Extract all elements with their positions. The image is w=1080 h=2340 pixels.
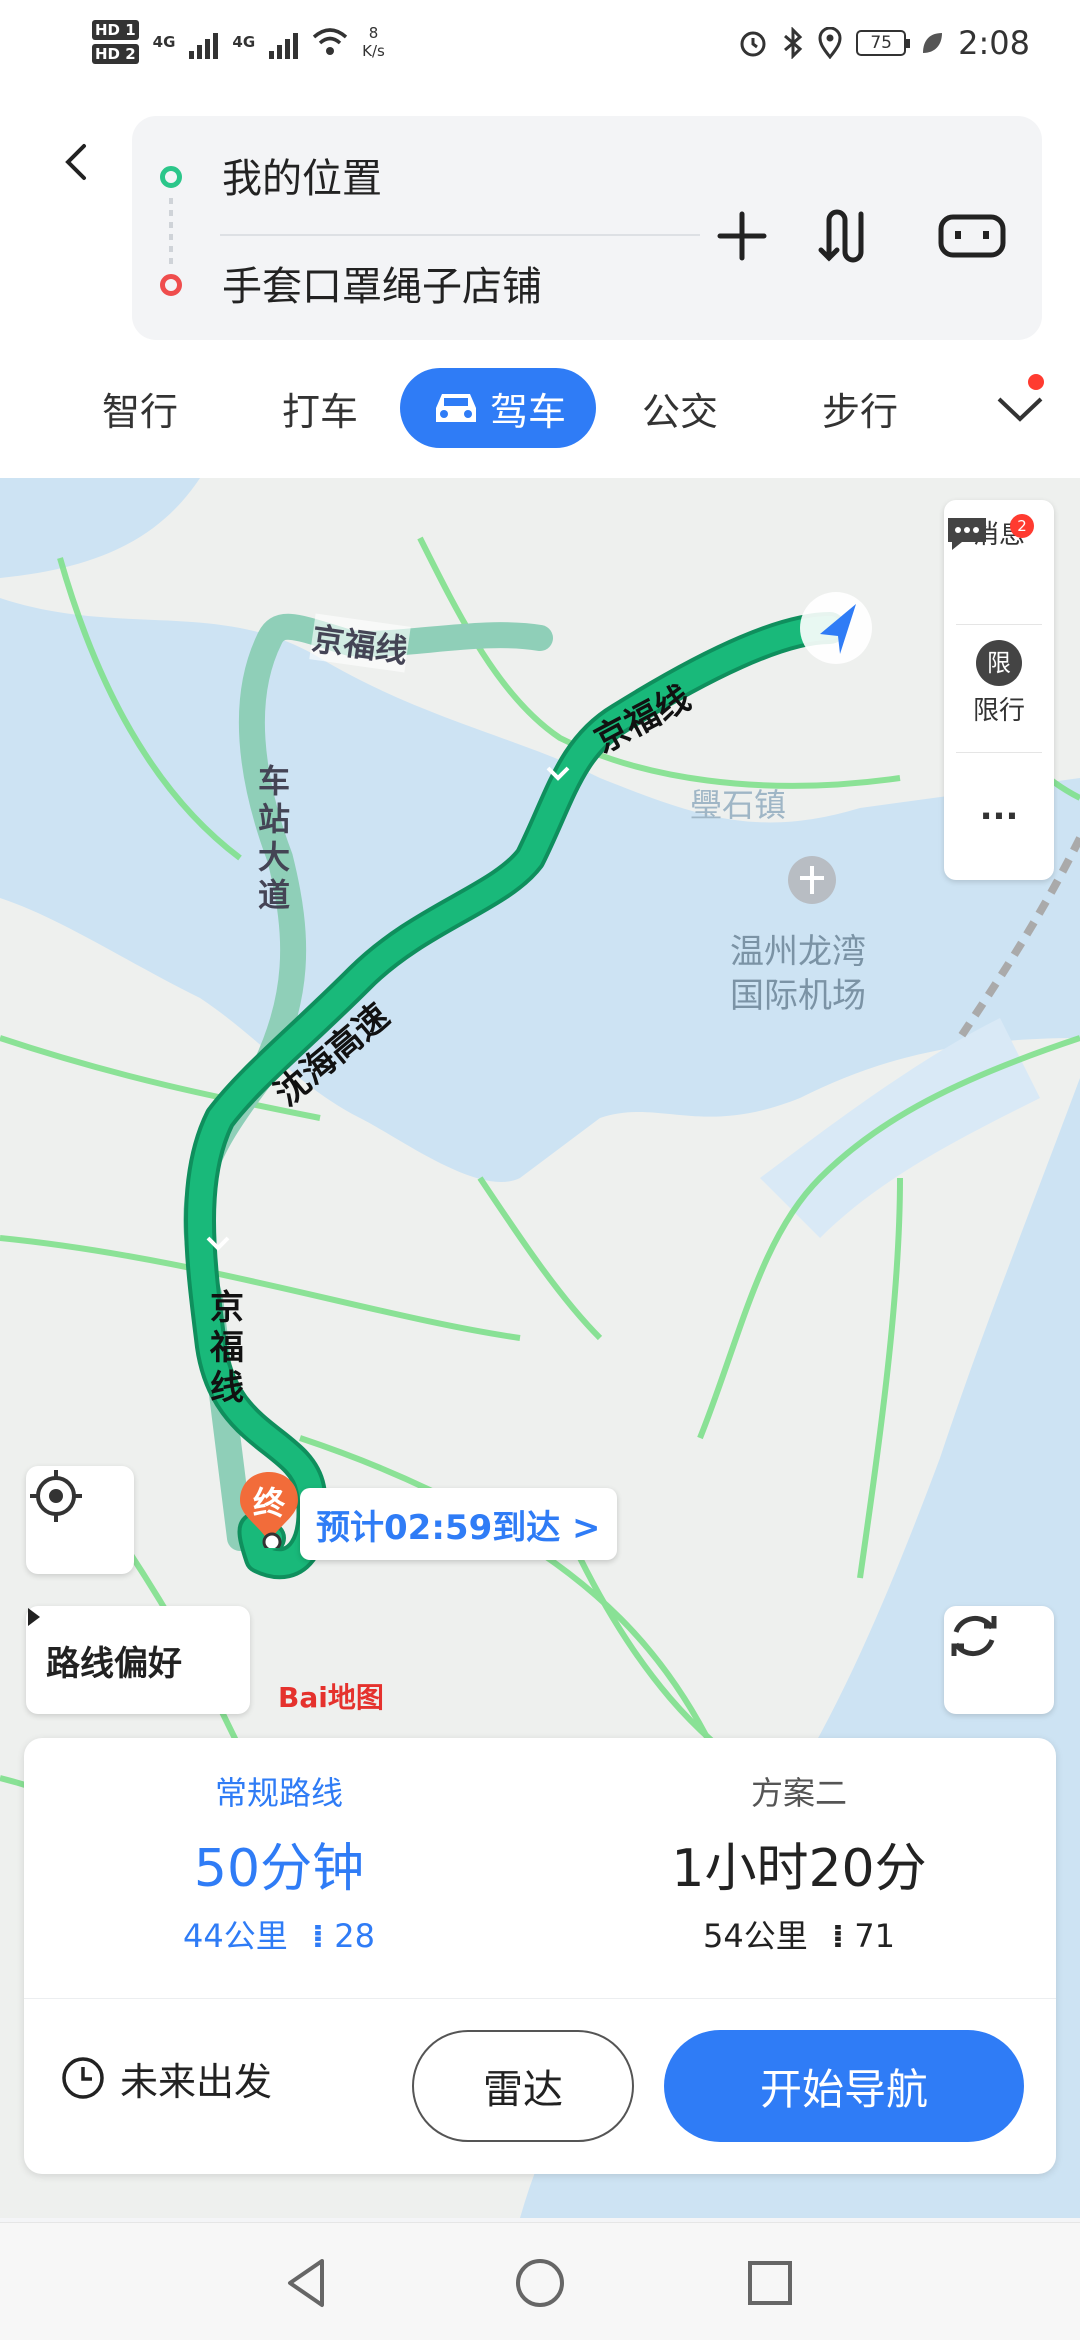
wifi-icon (313, 28, 348, 55)
hd-label: HD 2 (92, 44, 139, 64)
car-settings-button[interactable] (932, 206, 1012, 266)
caret-right-icon (28, 1608, 40, 1626)
message-button[interactable]: 2 消息 (944, 514, 1054, 551)
plan-distance: 44公里 (183, 1917, 288, 1955)
network-type: 4G (152, 33, 176, 51)
clock-icon (62, 2057, 104, 2099)
network-type: 4G (232, 33, 256, 51)
back-icon[interactable] (54, 140, 98, 184)
car-settings-icon (938, 214, 1006, 258)
message-badge: 2 (1010, 514, 1034, 538)
tab-drive[interactable]: 驾车 (400, 368, 596, 448)
leaf-icon (923, 33, 943, 53)
divider (24, 1998, 1056, 1999)
start-location-field[interactable]: 我的位置 (222, 146, 382, 204)
plan-name: 常规路线 (214, 1774, 343, 1812)
tab-taxi[interactable]: 打车 (240, 368, 400, 448)
nav-recents-icon[interactable] (740, 2253, 800, 2313)
plan-name: 方案二 (750, 1774, 847, 1812)
limit-label: 限行 (972, 696, 1025, 726)
radar-button[interactable]: 雷达 (412, 2030, 634, 2142)
more-button[interactable]: ... (944, 788, 1054, 828)
end-marker-label: 终 (252, 1484, 285, 1522)
area-label: 璺石镇 (690, 786, 787, 824)
alarm-icon (740, 31, 766, 57)
route-preference-button[interactable]: 路线偏好 (26, 1606, 250, 1714)
divider (956, 624, 1042, 625)
road-label: 车站大道 (258, 762, 291, 914)
start-dot-icon (160, 166, 182, 188)
plan-lights: 28 (334, 1917, 375, 1955)
baidu-map-logo: Bai地图 (278, 1681, 384, 1714)
signal-icon (269, 25, 299, 59)
start-navigation-button[interactable]: 开始导航 (664, 2030, 1024, 2142)
traffic-light-icon: ⁞ (311, 1917, 325, 1955)
message-icon (948, 518, 986, 550)
chevron-down-icon (997, 397, 1043, 422)
tab-smart[interactable]: 智行 (60, 368, 220, 448)
route-plan-alt[interactable]: 方案二 1小时20分 54公里 ⁞ 71 (574, 1768, 1024, 1957)
eta-bubble[interactable]: 预计02:59到达 > (300, 1488, 617, 1560)
plan-distance: 54公里 (703, 1917, 808, 1955)
swap-route-button[interactable] (812, 206, 872, 266)
route-connector (169, 198, 173, 264)
airport-label: 国际机场 (730, 976, 866, 1016)
notification-dot (1028, 374, 1044, 390)
speed-value: 8 (368, 24, 379, 42)
speed-unit: K/s (362, 42, 385, 60)
signal-icon (189, 25, 219, 59)
transport-mode-tabs: 智行 打车 驾车 公交 步行 (0, 360, 1080, 460)
plan-lights: 71 (854, 1917, 895, 1955)
system-navigation-bar (0, 2222, 1080, 2340)
refresh-icon (951, 1615, 997, 1657)
locate-icon (30, 1470, 82, 1522)
add-waypoint-icon (717, 211, 767, 261)
future-departure-button[interactable]: 未来出发 (60, 2038, 272, 2118)
clock: 2:08 (958, 24, 1030, 62)
car-icon (435, 394, 476, 422)
tab-drive-label: 驾车 (489, 389, 566, 434)
refresh-route-button[interactable] (944, 1606, 1054, 1714)
end-dot-icon (160, 274, 182, 296)
tab-walk[interactable]: 步行 (780, 368, 940, 448)
plan-details: 44公里 ⁞ 28 (54, 1911, 504, 1957)
plan-duration: 50分钟 (193, 1839, 365, 1899)
divider (220, 234, 700, 236)
map-side-toolbar: 2 消息 限 限行 ... (944, 500, 1054, 880)
swap-icon (818, 209, 864, 263)
divider (956, 752, 1042, 753)
route-input-card: 我的位置 手套口罩绳子店铺 (132, 116, 1042, 340)
more-modes-button[interactable] (970, 368, 1070, 448)
bluetooth-icon (784, 27, 803, 59)
battery-indicator: 75 (856, 30, 911, 56)
destination-marker: 终 (234, 1468, 304, 1548)
route-plan-default[interactable]: 常规路线 50分钟 44公里 ⁞ 28 (54, 1768, 504, 1957)
plan-details: 54公里 ⁞ 71 (574, 1911, 1024, 1957)
limit-icon: 限 (976, 640, 1022, 686)
network-speed: 8 K/s (362, 24, 385, 60)
hd-indicator: HD 1 HD 2 (92, 18, 139, 66)
traffic-light-icon: ⁞ (831, 1917, 845, 1955)
status-bar: HD 1 HD 2 4G 4G 8 K/s 75 2:08 (0, 0, 1080, 80)
future-departure-label: 未来出发 (120, 2059, 273, 2104)
traffic-limit-button[interactable]: 限 限行 (944, 640, 1054, 727)
airport-label: 温州龙湾 (730, 932, 866, 972)
destination-field[interactable]: 手套口罩绳子店铺 (222, 254, 542, 312)
plan-duration: 1小时20分 (671, 1839, 927, 1899)
hd-label: HD 1 (92, 20, 139, 40)
nav-back-icon[interactable] (278, 2253, 338, 2313)
location-icon (818, 27, 842, 59)
locate-button[interactable] (26, 1466, 134, 1574)
route-summary-panel: 常规路线 50分钟 44公里 ⁞ 28 方案二 1小时20分 54公里 ⁞ 71… (24, 1738, 1056, 2174)
tab-transit[interactable]: 公交 (600, 368, 760, 448)
road-label: 京福线 (210, 1288, 244, 1408)
route-preference-label: 路线偏好 (46, 1643, 182, 1684)
add-waypoint-button[interactable] (712, 206, 772, 266)
nav-home-icon[interactable] (510, 2253, 570, 2313)
